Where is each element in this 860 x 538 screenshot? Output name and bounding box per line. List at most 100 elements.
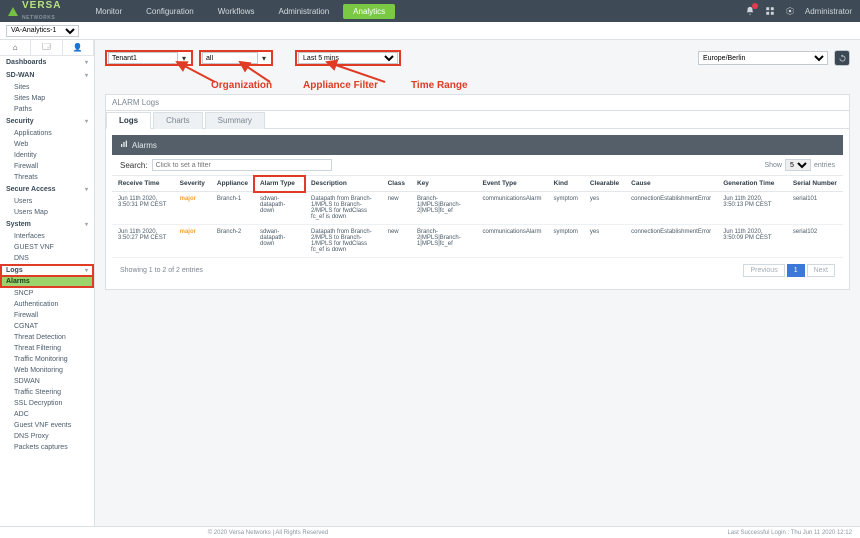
footer-last-login: Last Successful Login : Thu Jun 11 2020 … bbox=[727, 530, 852, 536]
organization-input[interactable] bbox=[108, 52, 178, 64]
nav-administration[interactable]: Administration bbox=[268, 4, 339, 19]
sidebar-item-traffic-steering[interactable]: Traffic Steering bbox=[0, 387, 94, 398]
annotation-timerange: Time Range bbox=[411, 80, 468, 91]
time-range-filter[interactable]: Last 5 mins bbox=[295, 50, 401, 66]
table-row[interactable]: Jun 11th 2020, 3:50:31 PM CESTmajorBranc… bbox=[112, 192, 843, 225]
sidebar-item-dns[interactable]: DNS bbox=[0, 253, 94, 264]
tab-charts[interactable]: Charts bbox=[153, 112, 203, 129]
analytics-instance-select[interactable]: VA-Analytics-1 bbox=[6, 25, 79, 37]
sidebar-item-users-map[interactable]: Users Map bbox=[0, 207, 94, 218]
nav-workflows[interactable]: Workflows bbox=[208, 4, 265, 19]
sidebar-item-guest-vnf-events[interactable]: Guest VNF events bbox=[0, 420, 94, 431]
appliance-input[interactable] bbox=[202, 52, 258, 64]
card-title: Alarms bbox=[132, 141, 157, 150]
sidebar-item-dns-proxy[interactable]: DNS Proxy bbox=[0, 431, 94, 442]
sidebar-item-users[interactable]: Users bbox=[0, 196, 94, 207]
col-severity[interactable]: Severity bbox=[174, 176, 211, 192]
alarms-table: Receive Time Severity Appliance Alarm Ty… bbox=[112, 176, 843, 258]
time-range-select[interactable]: Last 5 mins bbox=[298, 52, 398, 64]
chevron-down-icon[interactable]: ▾ bbox=[258, 54, 270, 63]
page-size-select[interactable]: 5 bbox=[785, 159, 811, 171]
filter-row: ▾ ▾ Last 5 mins Europe/Berlin bbox=[105, 46, 850, 70]
pager-next-button[interactable]: Next bbox=[807, 264, 835, 277]
tab-summary[interactable]: Summary bbox=[205, 112, 265, 129]
sidebar-item-sdwan-log[interactable]: SDWAN bbox=[0, 376, 94, 387]
sidebar-item-paths[interactable]: Paths bbox=[0, 104, 94, 115]
sidebar-item-firewall-log[interactable]: Firewall bbox=[0, 310, 94, 321]
sidebar: Dashboards▾ SD-WAN▾ Sites Sites Map Path… bbox=[0, 56, 94, 526]
show-label: Show bbox=[764, 162, 782, 169]
left-panel: ⌂ 🗔 👤 Dashboards▾ SD-WAN▾ Sites Sites Ma… bbox=[0, 40, 95, 526]
sidebar-security[interactable]: Security▾ bbox=[0, 115, 94, 128]
sidebar-item-authentication[interactable]: Authentication bbox=[0, 299, 94, 310]
search-input[interactable] bbox=[152, 159, 332, 171]
iconbar-user-icon[interactable]: 👤 bbox=[63, 40, 94, 55]
grid-icon[interactable] bbox=[765, 6, 775, 16]
bell-icon[interactable] bbox=[745, 6, 755, 16]
tab-logs[interactable]: Logs bbox=[106, 112, 151, 129]
col-description[interactable]: Description bbox=[305, 176, 382, 192]
col-key[interactable]: Key bbox=[411, 176, 477, 192]
col-clearable[interactable]: Clearable bbox=[584, 176, 625, 192]
col-serial-number[interactable]: Serial Number bbox=[787, 176, 843, 192]
sidebar-item-sites-map[interactable]: Sites Map bbox=[0, 93, 94, 104]
sidebar-dashboards[interactable]: Dashboards▾ bbox=[0, 56, 94, 69]
iconbar-home-icon[interactable]: ⌂ bbox=[0, 40, 31, 55]
brand-sub: NETWORKS bbox=[22, 15, 55, 21]
sidebar-item-web-monitoring[interactable]: Web Monitoring bbox=[0, 365, 94, 376]
sidebar-item-packets-captures[interactable]: Packets captures bbox=[0, 442, 94, 453]
chevron-down-icon[interactable]: ▾ bbox=[178, 54, 190, 63]
col-generation-time[interactable]: Generation Time bbox=[717, 176, 787, 192]
main-area: ▾ ▾ Last 5 mins Europe/Berlin Organizati… bbox=[95, 40, 860, 526]
col-cause[interactable]: Cause bbox=[625, 176, 717, 192]
sidebar-item-alarms[interactable]: Alarms bbox=[0, 277, 94, 288]
app-header: VERSA NETWORKS Monitor Configuration Wor… bbox=[0, 0, 860, 22]
nav-analytics[interactable]: Analytics bbox=[343, 4, 395, 19]
sidebar-item-ssl-decryption[interactable]: SSL Decryption bbox=[0, 398, 94, 409]
iconbar-window-icon[interactable]: 🗔 bbox=[31, 40, 62, 55]
sidebar-item-threat-detection[interactable]: Threat Detection bbox=[0, 332, 94, 343]
appliance-filter[interactable]: ▾ bbox=[199, 50, 273, 66]
col-alarm-type[interactable]: Alarm Type bbox=[254, 176, 305, 192]
col-appliance[interactable]: Appliance bbox=[211, 176, 254, 192]
organization-filter[interactable]: ▾ bbox=[105, 50, 193, 66]
pager-previous-button[interactable]: Previous bbox=[743, 264, 784, 277]
sidebar-item-threats[interactable]: Threats bbox=[0, 172, 94, 183]
nav-configuration[interactable]: Configuration bbox=[136, 4, 204, 19]
sidebar-item-firewall[interactable]: Firewall bbox=[0, 161, 94, 172]
bar-chart-icon bbox=[120, 140, 128, 150]
sidebar-item-traffic-monitoring[interactable]: Traffic Monitoring bbox=[0, 354, 94, 365]
sidebar-sdwan[interactable]: SD-WAN▾ bbox=[0, 69, 94, 82]
user-label[interactable]: Administrator bbox=[805, 7, 852, 16]
sidebar-item-identity[interactable]: Identity bbox=[0, 150, 94, 161]
refresh-button[interactable] bbox=[834, 50, 850, 66]
sidebar-item-sites[interactable]: Sites bbox=[0, 82, 94, 93]
panel-tabs: Logs Charts Summary bbox=[106, 111, 849, 129]
col-kind[interactable]: Kind bbox=[548, 176, 584, 192]
entries-label: entries bbox=[814, 162, 835, 169]
search-row: Search: Show 5 entries bbox=[112, 155, 843, 176]
sidebar-item-adc[interactable]: ADC bbox=[0, 409, 94, 420]
sidebar-item-interfaces[interactable]: Interfaces bbox=[0, 231, 94, 242]
col-receive-time[interactable]: Receive Time bbox=[112, 176, 174, 192]
nav-monitor[interactable]: Monitor bbox=[85, 4, 132, 19]
sidebar-item-sncp[interactable]: SNCP bbox=[0, 288, 94, 299]
sidebar-item-web[interactable]: Web bbox=[0, 139, 94, 150]
sidebar-item-threat-filtering[interactable]: Threat Filtering bbox=[0, 343, 94, 354]
timezone-select[interactable]: Europe/Berlin bbox=[698, 51, 828, 65]
gear-icon[interactable] bbox=[785, 6, 795, 16]
sidebar-item-cgnat[interactable]: CGNAT bbox=[0, 321, 94, 332]
icon-bar: ⌂ 🗔 👤 bbox=[0, 40, 94, 56]
sidebar-secure-access[interactable]: Secure Access▾ bbox=[0, 183, 94, 196]
pager: Showing 1 to 2 of 2 entries Previous 1 N… bbox=[112, 258, 843, 283]
sidebar-system[interactable]: System▾ bbox=[0, 218, 94, 231]
table-row[interactable]: Jun 11th 2020, 3:50:27 PM CESTmajorBranc… bbox=[112, 225, 843, 258]
col-class[interactable]: Class bbox=[382, 176, 411, 192]
sidebar-item-applications[interactable]: Applications bbox=[0, 128, 94, 139]
pager-page-1[interactable]: 1 bbox=[787, 264, 805, 277]
sidebar-item-guest-vnf[interactable]: GUEST VNF bbox=[0, 242, 94, 253]
sidebar-logs[interactable]: Logs▾ bbox=[0, 264, 94, 277]
col-event-type[interactable]: Event Type bbox=[476, 176, 547, 192]
footer: © 2020 Versa Networks | All Rights Reser… bbox=[0, 526, 860, 538]
top-nav: Monitor Configuration Workflows Administ… bbox=[85, 4, 395, 19]
